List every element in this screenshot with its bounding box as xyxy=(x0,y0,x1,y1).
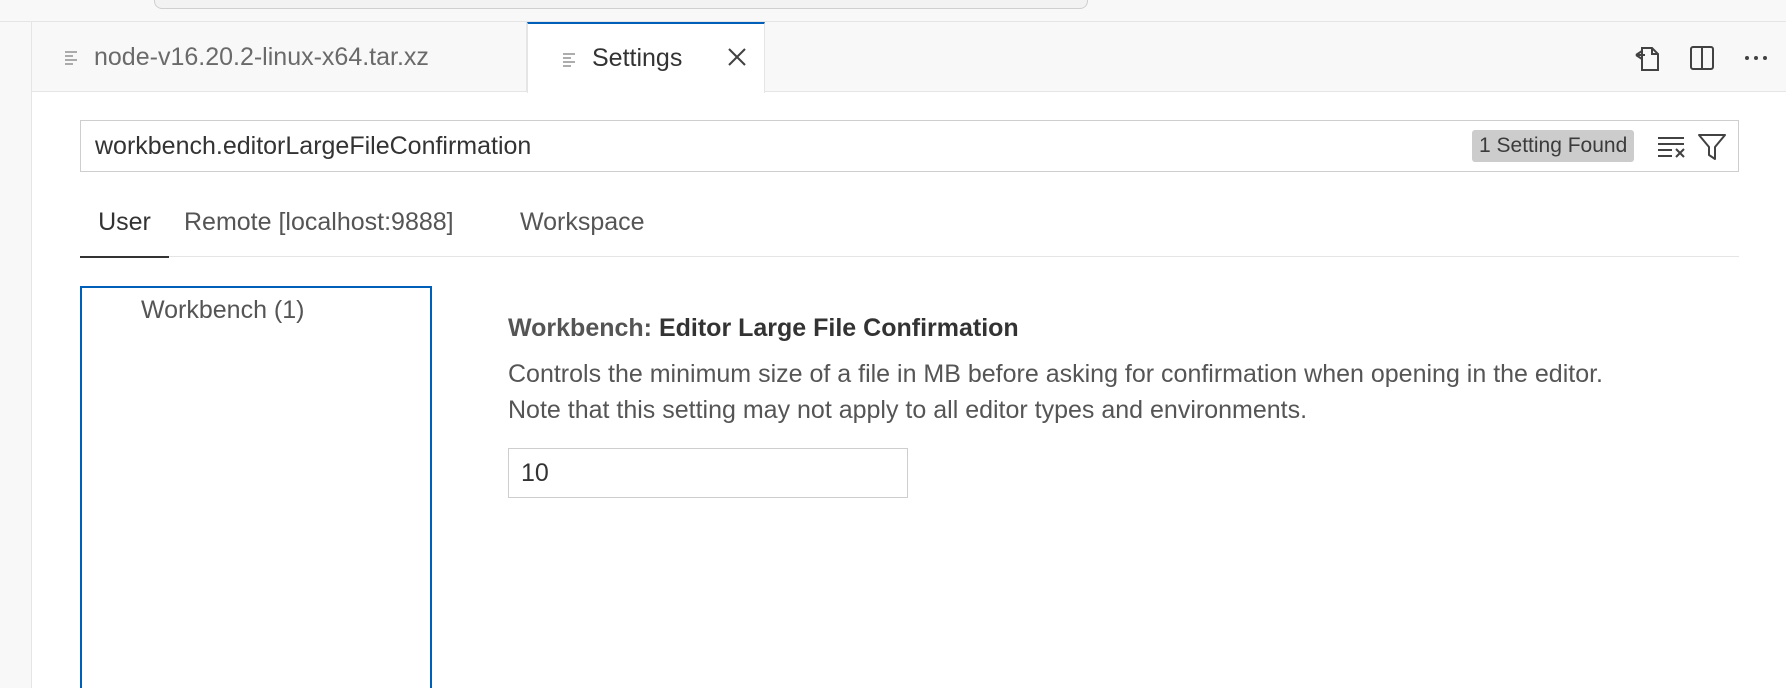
activity-bar-edge xyxy=(0,22,32,688)
editor-actions xyxy=(1632,42,1772,74)
clear-search-icon[interactable] xyxy=(1657,133,1687,161)
open-settings-json-icon xyxy=(1635,47,1659,71)
settings-editor-window: node-v16.20.2-linux-x64.tar.xz Settings xyxy=(0,0,1786,688)
tab-label: node-v16.20.2-linux-x64.tar.xz xyxy=(94,42,429,71)
setting-description-line: Note that this setting may not apply to … xyxy=(508,396,1308,424)
close-icon[interactable] xyxy=(726,46,748,68)
title-bar xyxy=(0,0,1786,22)
more-actions-icon xyxy=(1745,56,1767,60)
settings-search-box: 1 Setting Found xyxy=(80,120,1739,172)
results-count-badge: 1 Setting Found xyxy=(1472,130,1635,162)
toc-item-workbench[interactable]: Workbench (1) xyxy=(141,296,305,325)
setting-title: Workbench: Editor Large File Confirmatio… xyxy=(508,310,1748,346)
command-center[interactable] xyxy=(154,0,1088,9)
setting-category: Workbench: xyxy=(508,314,659,342)
split-editor-button[interactable] xyxy=(1686,42,1718,74)
settings-scope-tabs: User Remote [localhost:9888] Workspace xyxy=(80,200,1739,258)
open-settings-json-button[interactable] xyxy=(1632,42,1664,74)
setting-name: Editor Large File Confirmation xyxy=(658,314,1019,342)
file-lines-icon xyxy=(65,51,77,65)
setting-description-line: Controls the minimum size of a file in M… xyxy=(508,360,1603,388)
tab-settings[interactable]: Settings xyxy=(527,22,765,93)
tab-workspace[interactable]: Workspace xyxy=(520,200,645,257)
setting-value-input[interactable] xyxy=(508,448,908,498)
filter-icon[interactable] xyxy=(1697,133,1727,161)
tab-user[interactable]: User xyxy=(80,200,169,258)
tab-label: Settings xyxy=(592,44,683,72)
tab-remote[interactable]: Remote [localhost:9888] xyxy=(184,200,454,257)
split-editor-icon xyxy=(1690,46,1714,70)
settings-toc: Workbench (1) xyxy=(80,286,432,688)
tab-node-archive[interactable]: node-v16.20.2-linux-x64.tar.xz xyxy=(32,22,527,92)
more-actions-button[interactable] xyxy=(1740,42,1772,74)
editor-tab-bar: node-v16.20.2-linux-x64.tar.xz Settings xyxy=(32,22,1786,93)
file-lines-icon xyxy=(563,52,575,67)
setting-item: Workbench: Editor Large File Confirmatio… xyxy=(508,310,1748,498)
setting-description: Controls the minimum size of a file in M… xyxy=(508,356,1748,428)
settings-search-input[interactable] xyxy=(95,121,1315,171)
